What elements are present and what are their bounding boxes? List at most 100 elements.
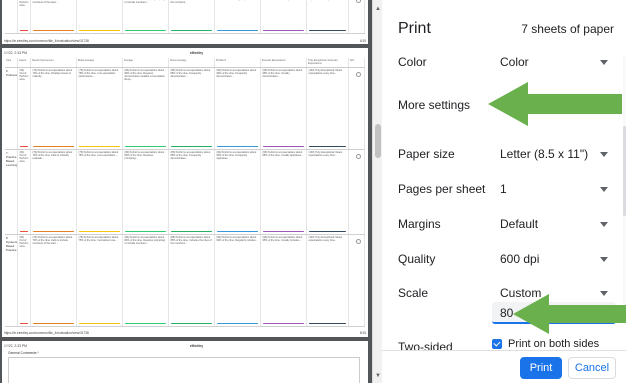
pages-per-sheet-dropdown-arrow-icon xyxy=(600,187,608,192)
rating-color-bar xyxy=(171,322,212,324)
scroll-up-arrow-icon[interactable]: ▲ xyxy=(375,6,381,12)
preview-na-cell xyxy=(349,68,365,149)
preview-scrollbar[interactable]: ▲ ▼ xyxy=(372,0,382,383)
annotation-arrow-custom-scale-icon xyxy=(513,294,626,334)
page5-table: Type Aspect Needs Improvement Below Average… xyxy=(5,58,365,327)
more-settings-label[interactable]: More settings xyxy=(398,98,470,112)
rating-color-bar xyxy=(20,230,28,232)
preview-table-header: Type Aspect Needs Improvement Below Average… xyxy=(5,58,365,68)
preview-rating-cell: (85) Performs at expectations about 85% … xyxy=(169,235,215,326)
preview-rating-cell: (100) Truly Exceptional: Meets expectati… xyxy=(307,150,349,234)
margins-value: Default xyxy=(500,217,539,231)
pages-per-sheet-select[interactable]: 1 xyxy=(492,177,616,201)
preview-rating-cell: (80) Performs at expectations about 80% … xyxy=(123,0,169,33)
scale-label: Scale xyxy=(398,286,429,300)
color-select[interactable]: Color xyxy=(492,50,616,74)
preview-column-header: Truly Exceptional / Exceeds Expectations xyxy=(307,58,349,67)
pages-per-sheet-value: 1 xyxy=(500,182,507,196)
rating-color-bar xyxy=(171,230,212,232)
quality-select[interactable]: 600 dpi xyxy=(492,247,616,271)
color-setting-row: Color Color xyxy=(382,45,626,79)
preview-rating-cell: (100) Truly Exceptional: Meets expectati… xyxy=(307,235,349,326)
rating-color-bar xyxy=(309,145,346,147)
page5-footer-page: 5/15 xyxy=(359,331,366,335)
preview-rating-cell: (70) Performs at expectations about 70% … xyxy=(31,0,77,33)
preview-na-cell xyxy=(349,150,365,234)
preview-rating-cell: (100) Truly Exceptional: Meets expectati… xyxy=(307,0,349,33)
two-sided-checkbox[interactable] xyxy=(492,339,502,349)
preview-rating-cell: (90) Performs at expectations about 90% … xyxy=(215,0,261,33)
custom-scale-value: 80 xyxy=(500,306,514,320)
rating-color-bar xyxy=(79,230,120,232)
preview-row-label: 7. Practice Based Learning xyxy=(5,150,18,234)
preview-na-cell xyxy=(349,235,365,326)
panel-footer: Print Cancel xyxy=(382,350,626,383)
margins-dropdown-arrow-icon xyxy=(600,222,608,227)
preview-column-header: Average xyxy=(123,58,169,67)
preview-rating-cell: (70) Performs at expectations about 70% … xyxy=(31,235,77,326)
na-radio-icon xyxy=(356,239,361,244)
preview-rating-cell: (60) Out of Performance xyxy=(18,150,31,234)
print-preview-area[interactable]: (60) Out of Performance(70) Performs at … xyxy=(0,0,372,383)
preview-rating-cell: (95) Performs at expectations about 95% … xyxy=(261,235,307,326)
preview-column-header: Needs Improvement xyxy=(31,58,77,67)
quality-label: Quality xyxy=(398,252,436,266)
rating-color-bar xyxy=(171,145,212,147)
preview-rating-cell: (60) Out of Performance xyxy=(18,68,31,149)
na-radio-icon xyxy=(356,0,361,3)
preview-column-header: Type xyxy=(5,58,18,67)
scrollbar-thumb[interactable] xyxy=(375,124,381,158)
rating-color-bar xyxy=(33,29,74,31)
preview-rating-cell: (90) Performs at expectations about 90% … xyxy=(215,68,261,149)
preview-rating-cell: (85) Performs at expectations about 85% … xyxy=(169,68,215,149)
rating-color-bar xyxy=(217,29,258,31)
rating-color-bar xyxy=(33,230,74,232)
rating-color-bar xyxy=(263,322,304,324)
pages-per-sheet-row: Pages per sheet 1 xyxy=(382,172,626,206)
na-radio-icon xyxy=(356,72,361,77)
page6-header-time: 1?/22, 2:33 PM xyxy=(4,344,27,348)
preview-rating-cell: (75) Performs at expectations about 75% … xyxy=(77,235,123,326)
color-select-value: Color xyxy=(500,55,529,69)
page4-table: (60) Out of Performance(70) Performs at … xyxy=(5,0,365,34)
preview-column-header: N/A xyxy=(349,58,365,67)
rating-color-bar xyxy=(20,145,28,147)
preview-table-row: 6. Professionalism(60) Out of Performanc… xyxy=(5,68,365,150)
preview-column-header: Aspect xyxy=(18,58,31,67)
rating-color-bar xyxy=(20,322,28,324)
quality-dropdown-arrow-icon xyxy=(600,257,608,262)
paper-size-select[interactable]: Letter (8.5 x 11") xyxy=(492,142,616,166)
preview-rating-cell: (85) Performs at expectations about 85% … xyxy=(169,0,215,33)
rating-color-bar xyxy=(125,145,166,147)
preview-row-label xyxy=(5,0,18,33)
two-sided-option-label[interactable]: Print on both sides xyxy=(508,338,599,350)
rating-color-bar xyxy=(217,230,258,232)
rating-color-bar xyxy=(217,145,258,147)
preview-rating-cell: (80) Performs at expectations about 80% … xyxy=(123,235,169,326)
rating-color-bar xyxy=(79,29,120,31)
cancel-button[interactable]: Cancel xyxy=(568,357,616,379)
paper-size-dropdown-arrow-icon xyxy=(600,152,608,157)
rating-color-bar xyxy=(125,29,166,31)
preview-table-row: 8. Systems Based Practice (60) Out of Per… xyxy=(5,235,365,327)
page5-header-title: eMedley xyxy=(189,51,204,55)
print-button[interactable]: Print xyxy=(520,357,562,379)
page4-footer: https://ie.eiredley.com/common/tile_4/ev… xyxy=(4,39,366,43)
rating-color-bar xyxy=(217,322,258,324)
panel-title: Print xyxy=(398,20,431,37)
preview-row-label: 6. Professionalism xyxy=(5,68,18,149)
paper-size-label: Paper size xyxy=(398,147,455,161)
rating-color-bar xyxy=(125,322,166,324)
margins-row: Margins Default xyxy=(382,207,626,241)
margins-select[interactable]: Default xyxy=(492,212,616,236)
preview-rating-cell: (75) Performs at expectations about 75% … xyxy=(77,150,123,234)
scroll-down-arrow-icon[interactable]: ▼ xyxy=(375,373,381,379)
preview-rating-cell: (80) Performs at expectations about 80% … xyxy=(123,68,169,149)
rating-color-bar xyxy=(309,29,346,31)
preview-column-header: Below Average xyxy=(77,58,123,67)
paper-size-value: Letter (8.5 x 11") xyxy=(500,147,589,161)
preview-rating-cell: (95) Performs at expectations about 95% … xyxy=(261,68,307,149)
page5-footer: https://ie.eiredley.com/common/tile_4/ev… xyxy=(4,331,366,335)
rating-color-bar xyxy=(79,145,120,147)
rating-color-bar xyxy=(33,145,74,147)
